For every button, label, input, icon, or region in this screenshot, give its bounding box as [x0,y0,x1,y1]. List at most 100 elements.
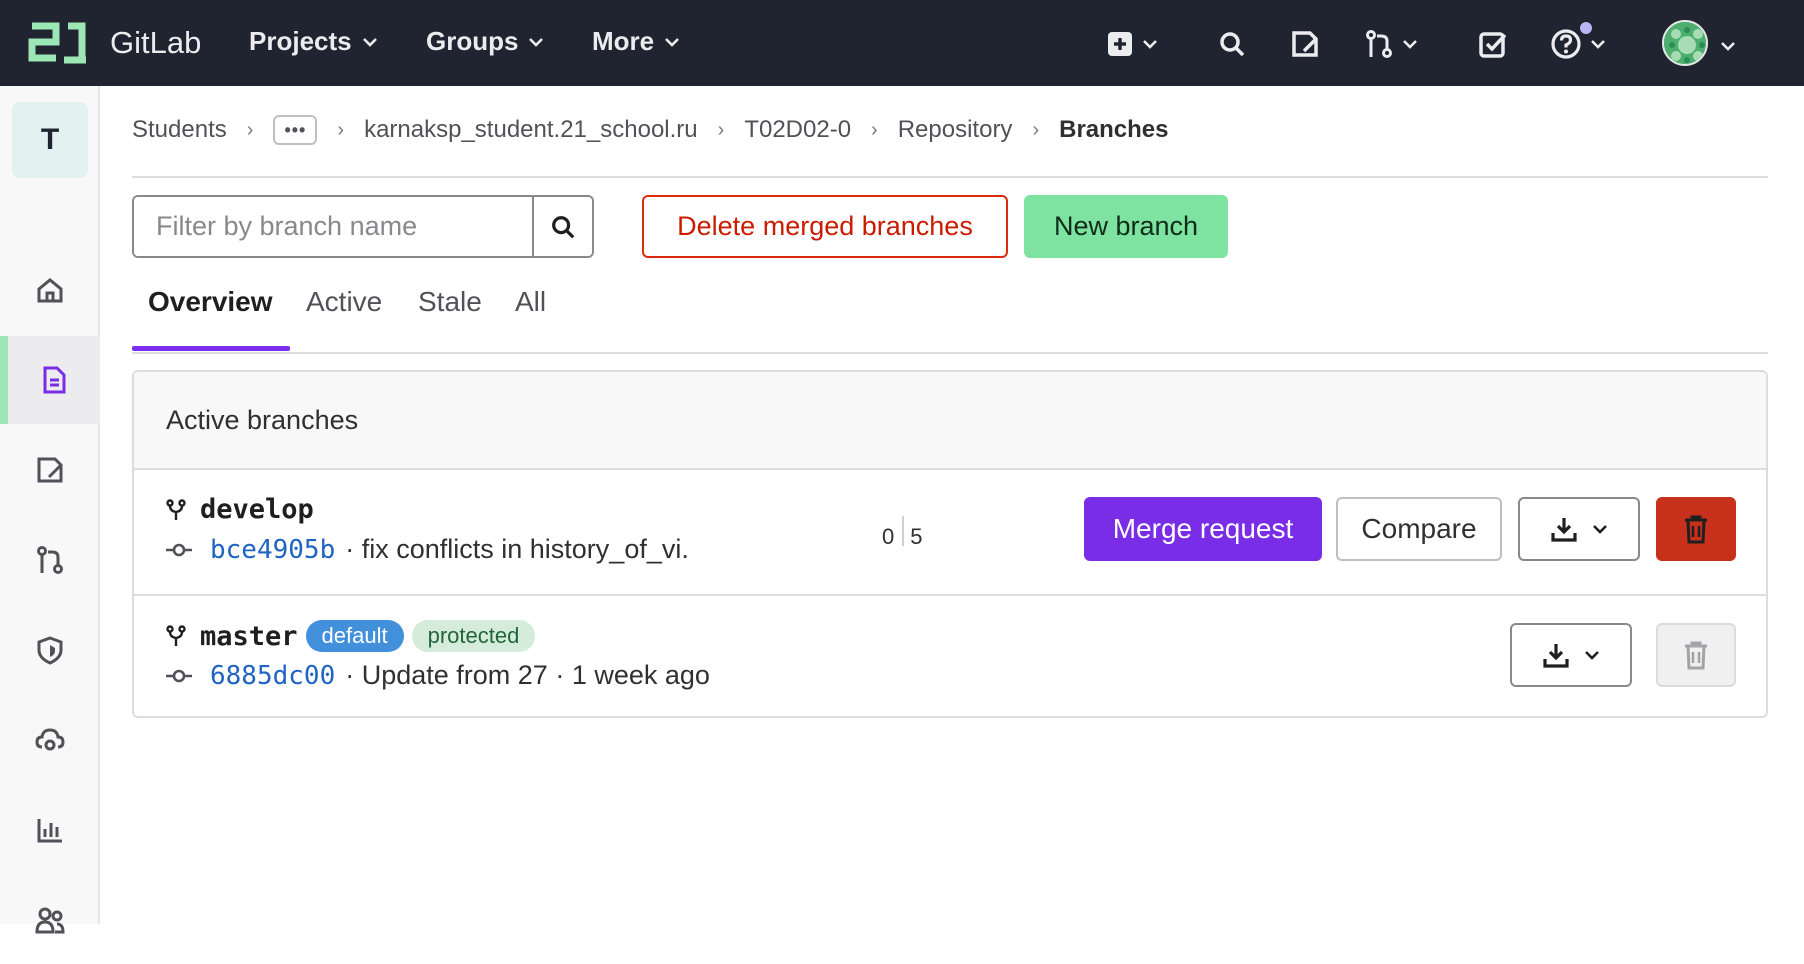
commit-icon [166,543,192,556]
todo-checkbox-icon [1479,32,1507,58]
commit-line: 6885dc00 · Update from 27 · 1 week ago [166,660,710,691]
merge-requests-menu[interactable] [1364,26,1418,62]
issues-icon [1292,31,1318,57]
commit-message: · fix conflicts in history_of_vi. [345,534,689,564]
download-dropdown[interactable] [1510,623,1632,687]
merge-request-icon [1366,30,1392,58]
sidebar-item-project-overview[interactable] [0,246,100,334]
breadcrumb-item-project[interactable]: T02D02-0 [744,116,851,144]
divider [132,176,1768,178]
branch-search-button[interactable] [532,197,592,256]
delete-branch-button-disabled [1656,623,1736,687]
breadcrumb: Students › ••• › karnaksp_student.21_sch… [132,112,1169,148]
top-navbar: GitLab Projects Groups More [0,0,1804,86]
sidebar-item-deployments[interactable] [0,696,100,784]
branch-row: develop bce4905b · fix conflicts in hist… [134,470,1766,594]
tab-all[interactable]: All [515,280,546,352]
tab-stale[interactable]: Stale [418,280,482,352]
sidebar-item-analytics[interactable] [0,786,100,874]
sidebar-item-merge-requests[interactable] [0,516,100,604]
active-tab-indicator [132,346,290,351]
download-icon [1543,644,1569,668]
nav-more-menu[interactable]: More [592,26,680,57]
branch-icon [166,625,186,646]
divergence-graph: 0 5 [882,516,923,552]
breadcrumb-chevron-icon: › [337,118,345,141]
branch-filter [132,195,594,258]
tab-active[interactable]: Active [306,280,382,352]
chevron-down-icon [362,37,377,47]
download-dropdown[interactable] [1518,497,1640,561]
commit-sha-link[interactable]: bce4905b [210,535,335,565]
breadcrumb-chevron-icon: › [246,118,254,141]
delete-branch-button[interactable] [1656,497,1736,561]
sidebar-item-repository[interactable] [0,336,100,424]
merge-request-button[interactable]: Merge request [1084,497,1322,561]
branch-row: master default protected 6885dc00 · Upda… [134,594,1766,716]
tab-overview[interactable]: Overview [148,280,273,352]
bar-chart-icon [37,819,62,843]
avatar[interactable] [1662,20,1708,66]
sidebar-item-members[interactable] [0,876,100,964]
nav-groups-label: Groups [426,26,519,56]
search-button[interactable] [1218,26,1246,62]
breadcrumb-more-button[interactable]: ••• [273,115,318,145]
nav-groups-menu[interactable]: Groups [426,26,544,57]
breadcrumb-chevron-icon: › [871,118,878,141]
breadcrumb-current[interactable]: Branches [1059,116,1168,144]
plus-square-icon [1108,32,1132,56]
download-icon [1551,518,1577,542]
sidebar: T [0,86,100,934]
delete-merged-branches-button[interactable]: Delete merged branches [642,195,1008,258]
active-branches-card: Active branches develop bce4905b · fix c… [132,370,1768,718]
search-icon [552,215,575,238]
users-icon [35,907,65,934]
breadcrumb-item-students[interactable]: Students [132,116,227,144]
commit-icon [166,669,192,682]
todos-button[interactable] [1478,26,1508,62]
branch-name-link[interactable]: develop [200,494,314,525]
identicon-icon [1664,22,1706,64]
card-title: Active branches [134,372,1766,470]
chevron-down-icon [1721,42,1735,51]
sidebar-item-security[interactable] [0,606,100,694]
create-new-menu[interactable] [1106,26,1158,62]
protected-badge: protected [411,620,536,652]
chevron-down-icon [1585,651,1599,660]
new-branch-button[interactable]: New branch [1024,195,1228,258]
branch-name-link[interactable]: master [200,621,298,652]
chevron-down-icon [1143,40,1157,49]
nav-more-label: More [592,26,655,56]
nav-projects-label: Projects [249,26,352,56]
branch-icon [166,498,186,520]
chevron-down-icon [529,37,544,47]
help-question-icon [1551,29,1581,59]
brand-name[interactable]: GitLab [110,25,201,61]
cloud-gear-icon [35,728,65,751]
behind-count: 0 [882,524,895,549]
commit-line: bce4905b · fix conflicts in history_of_v… [166,534,689,565]
project-avatar[interactable]: T [12,102,88,178]
breadcrumb-item-repository[interactable]: Repository [898,116,1013,144]
branch-tabs: Overview Active Stale All [132,280,1768,354]
default-badge: default [305,620,404,652]
home-icon [37,278,63,303]
commit-message: · Update from 27 · 1 week ago [345,660,710,690]
chevron-down-icon [1593,525,1607,534]
ahead-count: 5 [910,524,923,549]
sidebar-item-issues[interactable] [0,426,100,514]
help-notification-dot [1578,20,1594,36]
chevron-down-icon [665,37,680,47]
gitlab-logo-icon[interactable] [28,20,88,66]
compare-button[interactable]: Compare [1336,497,1502,561]
nav-projects-menu[interactable]: Projects [249,26,378,57]
commit-sha-link[interactable]: 6885dc00 [210,661,335,691]
breadcrumb-item-namespace[interactable]: karnaksp_student.21_school.ru [364,116,698,144]
avatar-menu-toggle[interactable] [1720,38,1736,56]
trash-icon [1685,641,1707,670]
issues-button[interactable] [1290,26,1320,62]
branch-search-input[interactable] [134,197,532,256]
breadcrumb-chevron-icon: › [1032,118,1040,141]
branch-name-block: master default protected [166,620,536,652]
search-icon [1220,32,1245,57]
